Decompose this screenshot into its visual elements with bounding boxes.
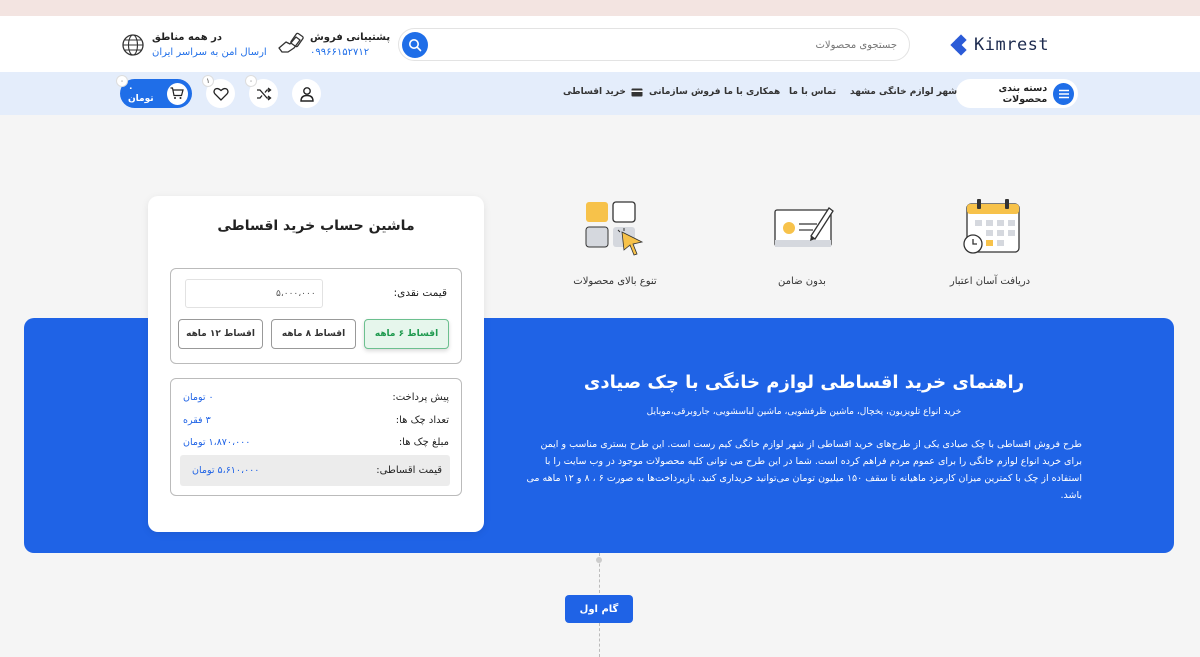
menu-icon: [1053, 82, 1074, 105]
tab-12-months[interactable]: اقساط ۱۲ ماهه: [178, 319, 263, 349]
down-payment-value: ۰ تومان: [183, 391, 214, 403]
main-nav: دسته بندی محصولات شهر لوازم خانگی مشهد ت…: [0, 72, 1200, 115]
support-phone[interactable]: ۰۹۹۶۶۱۵۲۷۱۲: [310, 47, 369, 58]
grid-cursor-icon: [585, 201, 644, 256]
shuffle-icon: [256, 86, 272, 101]
heart-icon: [212, 87, 229, 101]
cheque-count-label: تعداد چک ها:: [395, 414, 449, 426]
card-icon: [631, 88, 643, 96]
down-payment-label: پیش پرداخت:: [392, 391, 449, 403]
globe-icon: [122, 34, 144, 56]
feature-easy-credit-label: دریافت آسان اعتبار: [949, 276, 1031, 287]
logo-mark-icon: [950, 34, 970, 56]
nav-item-corporate-sales[interactable]: فروش سازمانی: [649, 87, 721, 97]
cart-button[interactable]: ۰ ۰ تومان: [116, 75, 192, 108]
support-info[interactable]: پشتیبانی فروش ۰۹۹۶۶۱۵۲۷۱۲: [276, 28, 390, 62]
feature-product-variety-label: تنوع بالای محصولات: [573, 276, 657, 287]
cheque-count-row: تعداد چک ها: ۳ فقره: [183, 412, 449, 428]
wishlist-button[interactable]: ۱: [202, 75, 235, 108]
categories-label: دسته بندی محصولات: [998, 82, 1048, 105]
banner-subtitle: خرید انواع تلویزیون، یخچال، ماشین ظرفشوی…: [646, 407, 962, 417]
cart-icon: [166, 82, 188, 105]
search-input[interactable]: [457, 35, 897, 55]
installment-calculator: ماشین حساب خرید اقساطی قیمت نقدی: اقساط …: [148, 196, 484, 532]
feature-easy-credit: دریافت آسان اعتبار: [935, 196, 1045, 296]
logo-text: Kimrest: [974, 35, 1050, 55]
feature-no-guarantor-label: بدون ضامن: [778, 276, 826, 287]
cash-price-label: قیمت نقدی:: [393, 287, 447, 299]
down-payment-row: پیش پرداخت: ۰ تومان: [183, 389, 449, 405]
search-button[interactable]: [402, 32, 428, 58]
tab-6-months[interactable]: اقساط ۶ ماهه: [364, 319, 449, 349]
user-icon: [299, 86, 314, 102]
cheque-count-value: ۳ فقره: [183, 414, 211, 426]
account-button[interactable]: [292, 79, 321, 108]
search-icon: [409, 39, 422, 52]
cheque-amount-value: ۱،۸۷۰،۰۰۰ تومان: [183, 436, 251, 448]
top-strip: [0, 0, 1200, 16]
cheque-amount-row: مبلغ چک ها: ۱،۸۷۰،۰۰۰ تومان: [183, 434, 449, 450]
installment-total-row: قیمت اقساطی: ۵،۶۱۰،۰۰۰ تومان: [180, 455, 450, 486]
price-input-box: قیمت نقدی: اقساط ۶ ماهه اقساط ۸ ماهه اقس…: [170, 268, 462, 364]
shipping-title: در همه مناطق: [152, 32, 223, 43]
step-dot: [596, 557, 602, 563]
installment-result-box: پیش پرداخت: ۰ تومان تعداد چک ها: ۳ فقره …: [170, 378, 462, 496]
tab-8-months[interactable]: اقساط ۸ ماهه: [271, 319, 356, 349]
calculator-title: ماشین حساب خرید اقساطی: [217, 218, 415, 234]
wishlist-badge: ۱: [202, 75, 214, 87]
phone-hand-icon: [278, 32, 304, 53]
categories-button[interactable]: دسته بندی محصولات: [956, 79, 1078, 108]
installment-total-label: قیمت اقساطی:: [376, 465, 442, 476]
installment-total-value: ۵،۶۱۰،۰۰۰ تومان: [192, 465, 260, 476]
site-header: Kimrest پشتیبانی فروش ۰۹۹۶۶۱۵۲۷۱۲: [0, 16, 1200, 72]
nav-item-installment-label: خرید اقساطی: [563, 87, 626, 97]
shipping-subtitle: ارسال امن به سراسر ایران: [152, 47, 267, 58]
cart-total: ۰ تومان: [128, 83, 154, 104]
compare-badge: ۰: [245, 75, 257, 87]
shipping-info: در همه مناطق ارسال امن به سراسر ایران: [120, 28, 267, 62]
banner-body: طرح فروش اقساطی با چک صیادی یکی از طرح‌ه…: [526, 439, 1082, 501]
calendar-clock-icon: [963, 199, 1020, 254]
nav-item-contact[interactable]: تماس با ما: [789, 87, 836, 97]
feature-product-variety: تنوع بالای محصولات: [560, 196, 670, 296]
nav-item-mashhad[interactable]: شهر لوازم خانگی مشهد: [850, 87, 957, 97]
cart-badge: ۰: [116, 75, 128, 87]
compare-button[interactable]: ۰: [245, 75, 278, 108]
logo[interactable]: Kimrest: [950, 34, 1068, 56]
step-one-button[interactable]: گام اول: [565, 595, 633, 623]
nav-item-cooperation[interactable]: همکاری با ما: [724, 87, 780, 97]
cheque-pen-icon: [774, 207, 834, 247]
nav-item-installment[interactable]: خرید اقساطی: [563, 87, 643, 97]
cash-price-input[interactable]: [185, 279, 323, 308]
search-bar: [398, 28, 910, 61]
step-connector-bottom: [599, 623, 600, 657]
support-title: پشتیبانی فروش: [310, 32, 391, 43]
cheque-amount-label: مبلغ چک ها:: [398, 436, 449, 448]
banner-title: راهنمای خرید اقساطی لوازم خانگی با چک صی…: [583, 372, 1025, 393]
feature-no-guarantor: بدون ضامن: [747, 196, 857, 296]
